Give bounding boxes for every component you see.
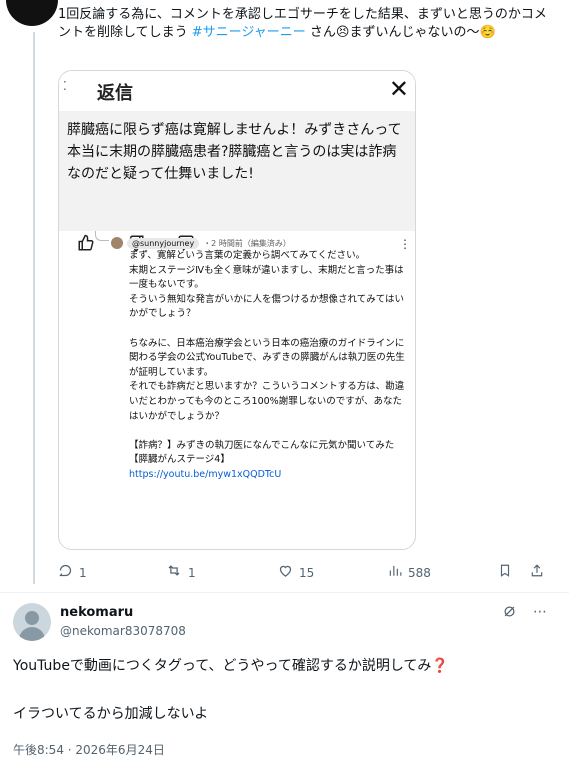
reply-stat[interactable]: 1 — [58, 563, 87, 582]
reply-text-line2: イラついてるから加減しないよ — [13, 706, 209, 722]
share-icon — [530, 563, 544, 582]
avatar-body — [19, 627, 45, 641]
author-avatar[interactable] — [6, 0, 58, 26]
youtube-reply-meta: @sunnyjourney ・2 時間前（編集済み） — [111, 237, 291, 249]
retweet-stat[interactable]: 1 — [166, 563, 196, 582]
thumbs-up-icon[interactable] — [77, 234, 95, 256]
reply-text: YouTubeで動画につくタグって、どうやって確認するか説明してみ❓ — [13, 655, 553, 677]
like-stat[interactable]: 15 — [278, 563, 314, 582]
question-mark-icon: ❓ — [431, 658, 449, 674]
tweet-stats: 1 1 15 588 — [58, 563, 548, 581]
tweet-text-part3: まずいんじゃないの〜 — [349, 25, 480, 40]
reply-time: ・2 時間前（編集済み） — [203, 238, 291, 248]
hashtag-link[interactable]: #サニージャーニー — [192, 25, 306, 40]
close-icon[interactable]: ✕ — [389, 75, 409, 103]
share-button[interactable] — [530, 563, 544, 582]
persevering-face-icon: 😣 — [335, 25, 350, 40]
reply-author-name[interactable]: nekomaru — [60, 605, 133, 620]
avatar-head — [25, 611, 39, 625]
retweet-icon — [166, 563, 182, 582]
thread-connector-line — [33, 32, 35, 584]
reply-icon — [58, 563, 73, 582]
views-stat[interactable]: 588 — [388, 563, 431, 582]
bar-chart-icon — [388, 563, 402, 582]
quoted-comment: 膵臓癌に限らず癌は寛解しませんよ！みずきさんって本当に末期の膵臓癌患者?膵臓癌と… — [59, 111, 415, 252]
tweet-divider — [0, 592, 569, 593]
quoted-comment-text: 膵臓癌に限らず癌は寛解しませんよ！みずきさんって本当に末期の膵臓癌患者?膵臓癌と… — [67, 122, 402, 182]
youtube-link[interactable]: https://youtu.be/myw1xQQDTcU — [129, 469, 281, 480]
reply-dialog-title: 返信 — [97, 83, 133, 104]
more-icon[interactable]: ⋯ — [533, 604, 547, 623]
attached-screenshot[interactable]: ⁚ 返信 ✕ 膵臓癌に限らず癌は寛解しませんよ！みずきさんって本当に末期の膵臓癌… — [58, 70, 416, 550]
views-count: 588 — [408, 565, 431, 580]
tweet-text: 1回反論する為に、コメントを承認しエゴサーチをした結果、まずいと思うのかコメント… — [58, 6, 558, 42]
heart-icon — [278, 563, 293, 582]
bookmark-button[interactable] — [498, 563, 512, 582]
youtube-reply-text: まず、寛解という言葉の定義から調べてみてください。 末期とステージⅣも全く意味が… — [129, 249, 409, 483]
smiling-face-icon: ☺️ — [479, 25, 496, 40]
reply-text-line1: YouTubeで動画につくタグって、どうやって確認するか説明してみ — [13, 658, 432, 674]
like-count: 15 — [299, 565, 315, 580]
tweet-text-part2: さん — [305, 25, 336, 40]
reply-count: 1 — [79, 565, 87, 580]
reply-author-handle[interactable]: @nekomar83078708 — [60, 624, 186, 638]
reply-avatar[interactable] — [13, 603, 51, 641]
channel-handle[interactable]: @sunnyjourney — [127, 237, 200, 249]
bookmark-icon — [498, 563, 512, 582]
channel-avatar — [111, 237, 123, 249]
reply-timestamp[interactable]: 午後8:54 · 2026年6月24日 — [13, 741, 165, 758]
retweet-count: 1 — [188, 565, 196, 580]
grok-icon[interactable] — [502, 604, 517, 623]
reply-dialog-header: ⁚ 返信 ✕ — [59, 71, 415, 111]
youtube-reply-body: まず、寛解という言葉の定義から調べてみてください。 末期とステージⅣも全く意味が… — [129, 250, 405, 466]
partial-marker: ⁚ — [63, 79, 67, 93]
reply-header-icons: ⋯ — [502, 604, 547, 623]
reply-connector — [95, 231, 109, 241]
